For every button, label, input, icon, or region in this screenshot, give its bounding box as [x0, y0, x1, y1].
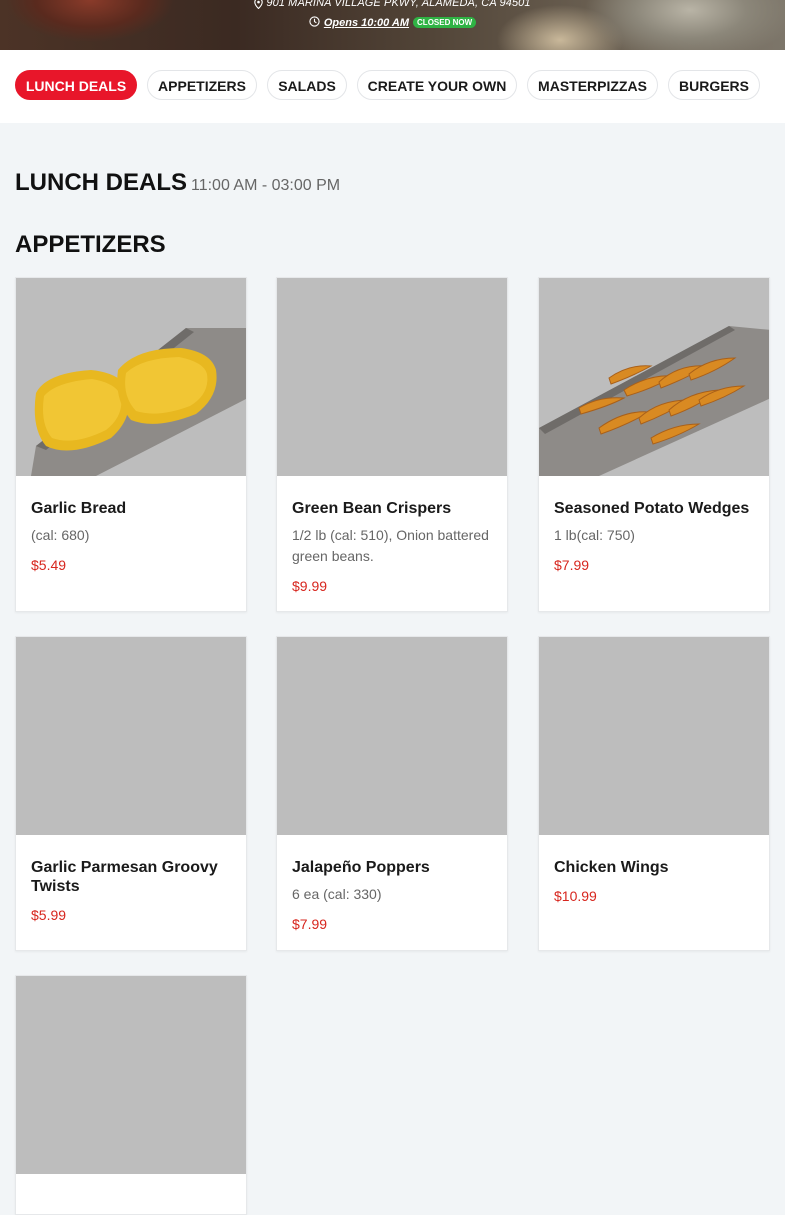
menu-item-card[interactable]: Jalapeño Poppers 6 ea (cal: 330) $7.99	[276, 636, 508, 951]
restaurant-hero-banner: 901 MARINA VILLAGE PKWY, ALAMEDA, CA 945…	[0, 0, 785, 50]
item-name: Jalapeño Poppers	[292, 859, 430, 876]
potato-wedges-photo	[539, 326, 769, 476]
clock-icon	[309, 16, 320, 27]
opens-time-link[interactable]: Opens 10:00 AM	[324, 17, 409, 29]
address-line[interactable]: 901 MARINA VILLAGE PKWY, ALAMEDA, CA 945…	[0, 0, 785, 9]
menu-item-card[interactable]: Green Bean Crispers 1/2 lb (cal: 510), O…	[276, 277, 508, 612]
address-text: 901 MARINA VILLAGE PKWY, ALAMEDA, CA 945…	[266, 0, 531, 9]
hours-line[interactable]: Opens 10:00 AM CLOSED NOW	[0, 16, 785, 29]
menu-item-card[interactable]: Chicken Wings $10.99	[538, 636, 770, 951]
item-name: Garlic Bread	[31, 500, 127, 517]
potato-wedges-image	[539, 278, 769, 476]
tab-burgers[interactable]: BURGERS	[668, 70, 760, 100]
item-price: $7.99	[292, 916, 328, 932]
menu-item-card[interactable]: Garlic Bread (cal: 680) $5.49	[15, 277, 247, 612]
menu-item-card[interactable]	[15, 975, 247, 1215]
item-description: 1 lb(cal: 750)	[554, 527, 635, 543]
tab-salads[interactable]: SALADS	[267, 70, 347, 100]
tab-masterpizzas[interactable]: MASTERPIZZAS	[527, 70, 658, 100]
item-price: $5.99	[31, 907, 67, 923]
appetizers-heading: APPETIZERS	[15, 231, 166, 258]
item-name: Chicken Wings	[554, 859, 669, 876]
item-name: Garlic Parmesan Groovy Twists	[31, 859, 218, 895]
item-price: $7.99	[554, 557, 590, 573]
garlic-bread-image	[16, 278, 246, 476]
menu-item-card[interactable]: Garlic Parmesan Groovy Twists $5.99	[15, 636, 247, 951]
item-image-placeholder	[277, 278, 507, 476]
lunch-deals-heading: LUNCH DEALS 11:00 AM - 03:00 PM	[15, 169, 340, 197]
item-price: $9.99	[292, 578, 328, 594]
item-price: $10.99	[554, 888, 597, 904]
item-image-placeholder	[277, 637, 507, 835]
tab-lunch-deals[interactable]: LUNCH DEALS	[15, 70, 137, 100]
location-pin-icon	[254, 0, 264, 9]
menu-item-card[interactable]: Seasoned Potato Wedges 1 lb(cal: 750) $7…	[538, 277, 770, 612]
item-name: Green Bean Crispers	[292, 500, 452, 517]
item-image-placeholder	[16, 976, 246, 1174]
item-image-placeholder	[16, 637, 246, 835]
item-description: 6 ea (cal: 330)	[292, 886, 382, 902]
lunch-deals-hours: 11:00 AM - 03:00 PM	[191, 177, 341, 194]
tab-appetizers[interactable]: APPETIZERS	[147, 70, 257, 100]
lunch-deals-title: LUNCH DEALS	[15, 169, 187, 196]
closed-now-badge: CLOSED NOW	[413, 17, 477, 28]
item-name: Seasoned Potato Wedges	[554, 500, 750, 517]
tab-create-your-own[interactable]: CREATE YOUR OWN	[357, 70, 517, 100]
garlic-bread-photo	[31, 328, 246, 476]
item-price: $5.49	[31, 557, 67, 573]
item-description: 1/2 lb (cal: 510), Onion battered green …	[292, 527, 489, 564]
item-description: (cal: 680)	[31, 527, 90, 543]
category-tab-bar: LUNCH DEALS APPETIZERS SALADS CREATE YOU…	[0, 50, 785, 123]
item-image-placeholder	[539, 637, 769, 835]
